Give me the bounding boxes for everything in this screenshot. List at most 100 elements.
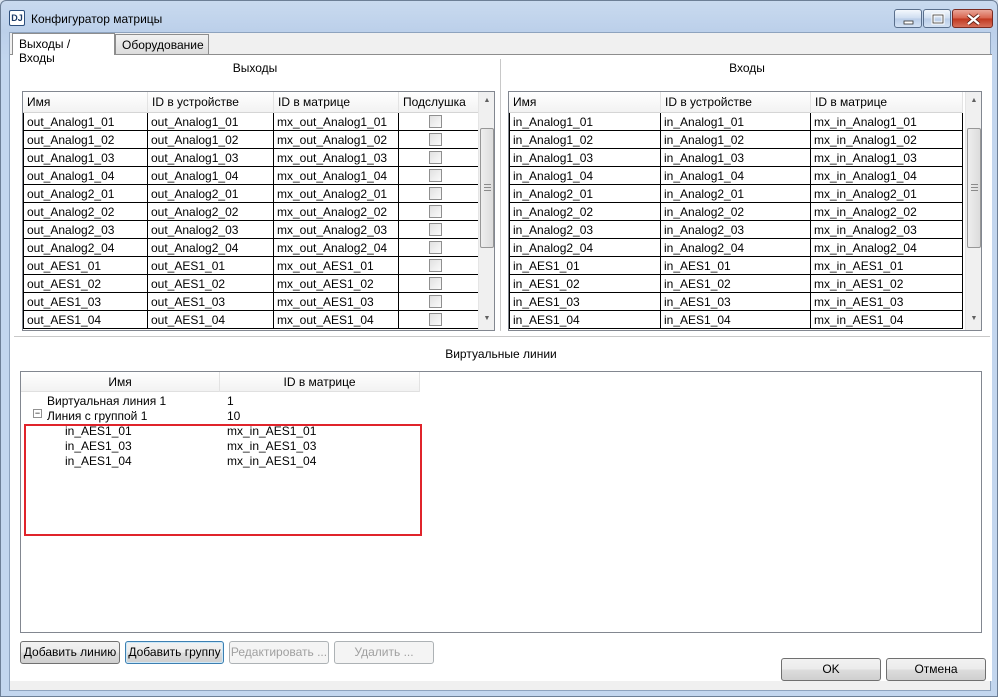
table-row[interactable]: out_Analog2_03 out_Analog2_03 mx_out_Analo… xyxy=(23,221,479,239)
table-row[interactable]: out_Analog1_03 out_Analog1_03 mx_out_Analo… xyxy=(23,149,479,167)
table-row[interactable]: out_AES1_04 out_AES1_04 mx_out_AES1_04 xyxy=(23,311,479,329)
table-row[interactable]: in_Analog1_01 in_Analog1_01 mx_in_Analog1_… xyxy=(509,113,963,131)
table-row[interactable]: in_AES1_01 in_AES1_01 mx_in_AES1_01 xyxy=(509,257,963,275)
col-header-device-id[interactable]: ID в устройстве xyxy=(148,92,274,113)
table-cell: out_Analog2_01 xyxy=(148,185,274,203)
col-header-matrix-id[interactable]: ID в матрице xyxy=(811,92,963,113)
tree-item-name[interactable]: Линия с группой 1 xyxy=(47,409,147,424)
table-cell: out_AES1_01 xyxy=(23,257,148,275)
monitor-checkbox[interactable] xyxy=(429,259,442,272)
col-header-name[interactable]: Имя xyxy=(23,92,148,113)
table-row[interactable]: out_Analog2_01 out_Analog2_01 mx_out_Analo… xyxy=(23,185,479,203)
table-row[interactable]: in_Analog1_02 in_Analog1_02 mx_in_Analog1_… xyxy=(509,131,963,149)
table-row[interactable]: in_Analog2_02 in_Analog2_02 mx_in_Analog2_… xyxy=(509,203,963,221)
table-row[interactable]: out_Analog2_04 out_Analog2_04 mx_out_Analo… xyxy=(23,239,479,257)
delete-button[interactable]: Удалить ... xyxy=(334,641,434,664)
inputs-table-header: Имя ID в устройстве ID в матрице xyxy=(509,92,963,113)
monitor-checkbox[interactable] xyxy=(429,169,442,182)
table-row[interactable]: out_Analog1_04 out_Analog1_04 mx_out_Analo… xyxy=(23,167,479,185)
table-cell: mx_in_Analog1_01 xyxy=(811,113,963,131)
table-cell: out_AES1_04 xyxy=(23,311,148,329)
table-cell: in_AES1_04 xyxy=(509,311,661,329)
table-cell: in_Analog1_03 xyxy=(661,149,811,167)
table-cell: mx_in_Analog1_04 xyxy=(811,167,963,185)
table-cell xyxy=(399,203,479,221)
add-group-button[interactable]: Добавить группу xyxy=(125,641,224,664)
table-row[interactable]: out_Analog2_02 out_Analog2_02 mx_out_Analo… xyxy=(23,203,479,221)
minimize-button[interactable] xyxy=(894,9,922,28)
scroll-down-icon[interactable]: ▼ xyxy=(966,310,981,327)
table-row[interactable]: in_Analog1_04 in_Analog1_04 mx_in_Analog1_… xyxy=(509,167,963,185)
table-cell: in_Analog2_04 xyxy=(509,239,661,257)
table-cell: mx_out_Analog2_01 xyxy=(274,185,399,203)
table-cell xyxy=(399,149,479,167)
title-bar[interactable]: DJ Конфигуратор матрицы xyxy=(1,1,997,35)
tab-equipment[interactable]: Оборудование xyxy=(115,34,209,54)
table-row[interactable]: in_AES1_02 in_AES1_02 mx_in_AES1_02 xyxy=(509,275,963,293)
table-row[interactable]: in_AES1_04 in_AES1_04 mx_in_AES1_04 xyxy=(509,311,963,329)
monitor-checkbox[interactable] xyxy=(429,115,442,128)
col-header-monitor[interactable]: Подслушка xyxy=(399,92,479,113)
table-row[interactable]: in_Analog1_03 in_Analog1_03 mx_in_Analog1_… xyxy=(509,149,963,167)
col-header-matrix-id[interactable]: ID в матрице xyxy=(274,92,399,113)
table-cell: mx_in_AES1_03 xyxy=(811,293,963,311)
table-row[interactable]: out_AES1_02 out_AES1_02 mx_out_AES1_02 xyxy=(23,275,479,293)
inputs-scrollbar[interactable]: ▲ ▼ xyxy=(965,92,981,330)
table-row[interactable]: in_Analog2_03 in_Analog2_03 mx_in_Analog2_… xyxy=(509,221,963,239)
outputs-scrollbar[interactable]: ▲ ▼ xyxy=(478,92,494,330)
monitor-checkbox[interactable] xyxy=(429,151,442,164)
inputs-table[interactable]: Имя ID в устройстве ID в матрице in_Anal… xyxy=(508,91,982,331)
table-row[interactable]: out_AES1_01 out_AES1_01 mx_out_AES1_01 xyxy=(23,257,479,275)
table-row[interactable]: in_Analog2_01 in_Analog2_01 mx_in_Analog2_… xyxy=(509,185,963,203)
tree-item-name[interactable]: Виртуальная линия 1 xyxy=(47,394,166,409)
tree-col-header-name[interactable]: Имя xyxy=(21,372,220,392)
table-cell: in_Analog2_04 xyxy=(661,239,811,257)
monitor-checkbox[interactable] xyxy=(429,241,442,254)
monitor-checkbox[interactable] xyxy=(429,187,442,200)
table-cell: in_Analog1_01 xyxy=(661,113,811,131)
table-cell: mx_in_Analog2_04 xyxy=(811,239,963,257)
table-row[interactable]: out_Analog1_01 out_Analog1_01 mx_out_Analo… xyxy=(23,113,479,131)
tree-col-header-matrix-id[interactable]: ID в матрице xyxy=(220,372,420,392)
close-button[interactable] xyxy=(952,9,993,28)
table-row[interactable]: out_AES1_03 out_AES1_03 mx_out_AES1_03 xyxy=(23,293,479,311)
table-cell: mx_out_AES1_03 xyxy=(274,293,399,311)
monitor-checkbox[interactable] xyxy=(429,205,442,218)
collapse-icon[interactable]: − xyxy=(33,409,42,418)
table-cell xyxy=(399,221,479,239)
col-header-name[interactable]: Имя xyxy=(509,92,661,113)
monitor-checkbox[interactable] xyxy=(429,313,442,326)
tab-outputs-inputs[interactable]: Выходы / Входы xyxy=(12,33,115,65)
monitor-checkbox[interactable] xyxy=(429,295,442,308)
table-row[interactable]: in_Analog2_04 in_Analog2_04 mx_in_Analog2_… xyxy=(509,239,963,257)
table-cell xyxy=(399,167,479,185)
table-cell: in_Analog1_04 xyxy=(661,167,811,185)
table-cell xyxy=(399,293,479,311)
col-header-device-id[interactable]: ID в устройстве xyxy=(661,92,811,113)
table-cell: out_Analog2_01 xyxy=(23,185,148,203)
table-cell: mx_in_Analog2_02 xyxy=(811,203,963,221)
maximize-button[interactable] xyxy=(923,9,951,28)
table-cell: in_AES1_01 xyxy=(661,257,811,275)
monitor-checkbox[interactable] xyxy=(429,133,442,146)
cancel-button[interactable]: Отмена xyxy=(886,658,986,681)
table-row[interactable]: in_AES1_03 in_AES1_03 mx_in_AES1_03 xyxy=(509,293,963,311)
scroll-up-icon[interactable]: ▲ xyxy=(966,92,981,109)
scroll-thumb[interactable] xyxy=(480,128,494,248)
table-cell: in_AES1_04 xyxy=(661,311,811,329)
table-cell: in_Analog1_02 xyxy=(661,131,811,149)
table-cell: mx_in_Analog2_01 xyxy=(811,185,963,203)
monitor-checkbox[interactable] xyxy=(429,223,442,236)
edit-button[interactable]: Редактировать ... xyxy=(229,641,329,664)
table-cell: in_Analog2_02 xyxy=(509,203,661,221)
monitor-checkbox[interactable] xyxy=(429,277,442,290)
outputs-table[interactable]: Имя ID в устройстве ID в матрице Подслуш… xyxy=(22,91,495,331)
scroll-up-icon[interactable]: ▲ xyxy=(479,92,494,109)
scroll-down-icon[interactable]: ▼ xyxy=(479,310,494,327)
ok-button[interactable]: OK xyxy=(781,658,881,681)
add-line-button[interactable]: Добавить линию xyxy=(20,641,120,664)
table-row[interactable]: out_Analog1_02 out_Analog1_02 mx_out_Analo… xyxy=(23,131,479,149)
table-cell: mx_in_AES1_04 xyxy=(811,311,963,329)
maximize-icon xyxy=(931,13,945,25)
scroll-thumb[interactable] xyxy=(967,128,981,248)
